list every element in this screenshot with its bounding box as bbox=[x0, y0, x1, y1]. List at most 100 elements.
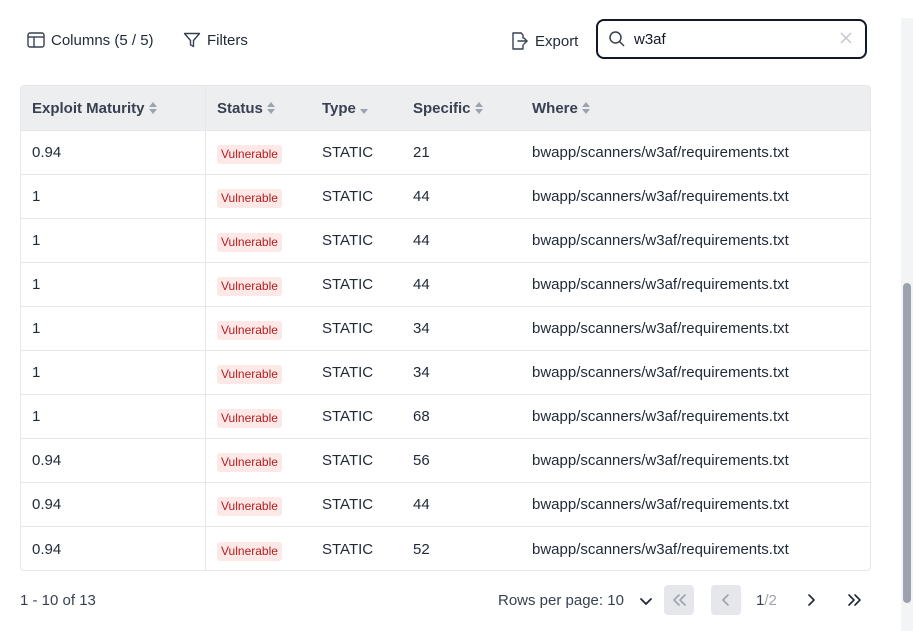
prev-page-button[interactable] bbox=[711, 585, 741, 615]
results-table: Exploit Maturity Status Type Specific Wh… bbox=[20, 85, 871, 571]
last-page-button[interactable] bbox=[840, 585, 870, 615]
filter-icon bbox=[183, 32, 201, 48]
cell-exploit-maturity: 1 bbox=[21, 307, 206, 350]
cell-where: bwapp/scanners/w3af/requirements.txt bbox=[532, 540, 789, 558]
cell-exploit-maturity: 0.94 bbox=[21, 527, 206, 570]
status-badge: Vulnerable bbox=[217, 365, 282, 384]
cell-specific: 68 bbox=[413, 408, 430, 425]
column-header-status[interactable]: Status bbox=[206, 86, 312, 130]
cell-type: STATIC bbox=[322, 452, 374, 469]
cell-type: STATIC bbox=[322, 188, 374, 205]
filters-button[interactable]: Filters bbox=[183, 31, 248, 49]
cell-specific: 21 bbox=[413, 144, 430, 161]
cell-type: STATIC bbox=[322, 232, 374, 249]
cell-status: Vulnerable bbox=[206, 483, 312, 526]
table-header: Exploit Maturity Status Type Specific Wh… bbox=[21, 86, 870, 131]
chevrons-left-icon bbox=[673, 594, 686, 606]
cell-status: Vulnerable bbox=[206, 439, 312, 482]
pagination-bar: 1 - 10 of 13 Rows per page: 10 1/2 bbox=[0, 580, 900, 620]
cell-exploit-maturity: 1 bbox=[21, 175, 206, 218]
cell-where: bwapp/scanners/w3af/requirements.txt bbox=[532, 188, 789, 205]
cell-status: Vulnerable bbox=[206, 307, 312, 350]
cell-status: Vulnerable bbox=[206, 131, 312, 174]
columns-label: Columns (5 / 5) bbox=[51, 31, 154, 49]
cell-specific: 34 bbox=[413, 320, 430, 337]
table-row[interactable]: 1 Vulnerable STATIC 44 bwapp/scanners/w3… bbox=[21, 219, 870, 263]
sort-icon bbox=[581, 102, 590, 114]
search-icon bbox=[609, 31, 625, 47]
column-header-specific[interactable]: Specific bbox=[404, 86, 523, 130]
table-row[interactable]: 0.94 Vulnerable STATIC 44 bwapp/scanners… bbox=[21, 483, 870, 527]
export-icon bbox=[512, 32, 528, 50]
cell-where: bwapp/scanners/w3af/requirements.txt bbox=[532, 276, 789, 293]
cell-type: STATIC bbox=[322, 496, 374, 513]
cell-exploit-maturity: 0.94 bbox=[21, 439, 206, 482]
cell-status: Vulnerable bbox=[206, 219, 312, 262]
cell-exploit-maturity: 1 bbox=[21, 219, 206, 262]
cell-exploit-maturity: 1 bbox=[21, 395, 206, 438]
cell-status: Vulnerable bbox=[206, 351, 312, 394]
filters-label: Filters bbox=[207, 31, 248, 49]
sort-desc-icon bbox=[359, 109, 368, 114]
cell-specific: 44 bbox=[413, 496, 430, 513]
chevron-right-icon bbox=[808, 594, 815, 606]
cell-type: STATIC bbox=[322, 276, 374, 293]
column-header-exploit-maturity[interactable]: Exploit Maturity bbox=[21, 86, 206, 130]
export-button[interactable]: Export bbox=[509, 31, 578, 51]
table-row[interactable]: 0.94 Vulnerable STATIC 21 bwapp/scanners… bbox=[21, 131, 870, 175]
cell-type: STATIC bbox=[322, 364, 374, 381]
cell-specific: 44 bbox=[413, 232, 430, 249]
status-badge: Vulnerable bbox=[217, 409, 282, 428]
page-indicator: 1/2 bbox=[756, 592, 777, 609]
table-row[interactable]: 1 Vulnerable STATIC 34 bwapp/scanners/w3… bbox=[21, 351, 870, 395]
cell-type: STATIC bbox=[322, 320, 374, 337]
next-page-button[interactable] bbox=[796, 585, 826, 615]
status-badge: Vulnerable bbox=[217, 497, 282, 516]
pagination-range: 1 - 10 of 13 bbox=[20, 592, 96, 609]
column-header-where[interactable]: Where bbox=[523, 86, 870, 130]
cell-specific: 56 bbox=[413, 452, 430, 469]
table-row[interactable]: 0.94 Vulnerable STATIC 56 bwapp/scanners… bbox=[21, 439, 870, 483]
table-row[interactable]: 0.94 Vulnerable STATIC 52 bwapp/scanners… bbox=[21, 527, 870, 570]
cell-type: STATIC bbox=[322, 540, 374, 558]
status-badge: Vulnerable bbox=[217, 321, 282, 340]
table-toolbar: Columns (5 / 5) Filters Export bbox=[0, 0, 900, 82]
cell-where: bwapp/scanners/w3af/requirements.txt bbox=[532, 144, 789, 161]
cell-specific: 44 bbox=[413, 188, 430, 205]
cell-exploit-maturity: 0.94 bbox=[21, 483, 206, 526]
cell-exploit-maturity: 1 bbox=[21, 263, 206, 306]
sort-icon bbox=[474, 102, 483, 114]
cell-status: Vulnerable bbox=[206, 175, 312, 218]
cell-specific: 34 bbox=[413, 364, 430, 381]
status-badge: Vulnerable bbox=[217, 145, 282, 164]
table-row[interactable]: 1 Vulnerable STATIC 44 bwapp/scanners/w3… bbox=[21, 175, 870, 219]
cell-status: Vulnerable bbox=[206, 263, 312, 306]
cell-specific: 52 bbox=[413, 540, 430, 558]
status-badge: Vulnerable bbox=[217, 189, 282, 208]
status-badge: Vulnerable bbox=[217, 541, 282, 561]
first-page-button[interactable] bbox=[664, 585, 694, 615]
sort-icon bbox=[266, 102, 275, 114]
page-total: /2 bbox=[764, 592, 777, 609]
scrollbar-thumb[interactable] bbox=[903, 283, 911, 603]
columns-button[interactable]: Columns (5 / 5) bbox=[27, 31, 154, 49]
status-badge: Vulnerable bbox=[217, 277, 282, 296]
cell-status: Vulnerable bbox=[206, 527, 312, 570]
search-input[interactable] bbox=[634, 30, 824, 48]
cell-type: STATIC bbox=[322, 144, 374, 161]
columns-icon bbox=[27, 32, 45, 48]
table-row[interactable]: 1 Vulnerable STATIC 68 bwapp/scanners/w3… bbox=[21, 395, 870, 439]
status-badge: Vulnerable bbox=[217, 233, 282, 252]
sort-icon bbox=[148, 102, 157, 114]
cell-specific: 44 bbox=[413, 276, 430, 293]
rows-per-page-select[interactable]: Rows per page: 10 bbox=[498, 592, 654, 609]
cell-where: bwapp/scanners/w3af/requirements.txt bbox=[532, 232, 789, 249]
table-row[interactable]: 1 Vulnerable STATIC 34 bwapp/scanners/w3… bbox=[21, 307, 870, 351]
column-header-type[interactable]: Type bbox=[312, 86, 404, 130]
rows-per-page-label: Rows per page: 10 bbox=[498, 592, 624, 609]
cell-where: bwapp/scanners/w3af/requirements.txt bbox=[532, 408, 789, 425]
cell-where: bwapp/scanners/w3af/requirements.txt bbox=[532, 452, 789, 469]
table-row[interactable]: 1 Vulnerable STATIC 44 bwapp/scanners/w3… bbox=[21, 263, 870, 307]
close-icon[interactable] bbox=[839, 31, 853, 45]
cell-type: STATIC bbox=[322, 408, 374, 425]
